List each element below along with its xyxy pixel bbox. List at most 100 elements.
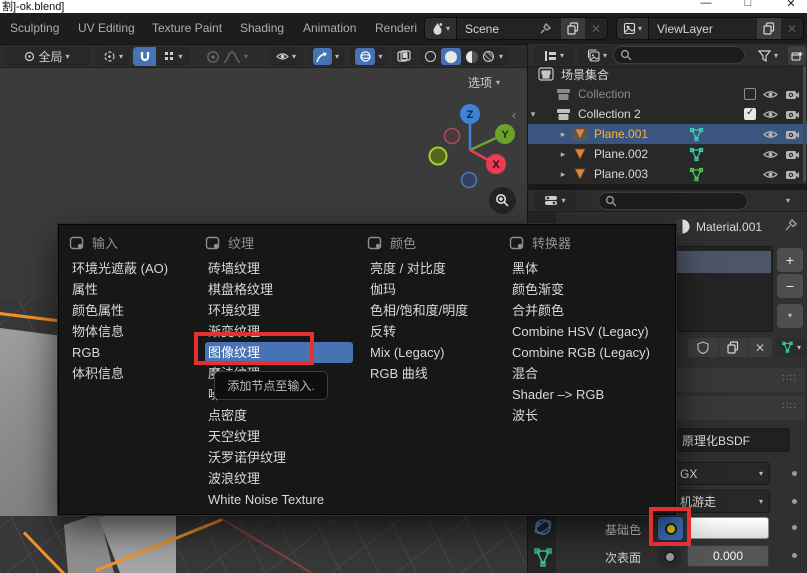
xray-toggle[interactable] xyxy=(392,47,416,66)
menu-item[interactable]: 砖墙纹理 xyxy=(205,258,353,279)
eye-icon[interactable] xyxy=(763,88,778,101)
menu-item[interactable]: Mix (Legacy) xyxy=(367,342,501,363)
menu-item[interactable]: 波浪纹理 xyxy=(205,468,353,489)
tab-renderi[interactable]: Renderi xyxy=(375,21,417,35)
viewlayer-selector[interactable]: ▾ ViewLayer ✕ xyxy=(616,17,804,40)
mesh-plane-left[interactable] xyxy=(0,324,62,516)
duplicate-material-button[interactable] xyxy=(719,338,747,357)
menu-item[interactable]: 合并颜色 xyxy=(509,300,669,321)
proportional-editing-group[interactable]: ▾ xyxy=(198,47,256,66)
new-scene-button[interactable] xyxy=(561,18,585,39)
menu-item[interactable]: 伽玛 xyxy=(367,279,501,300)
row-label[interactable]: Plane.002 xyxy=(594,147,648,161)
camera-icon[interactable] xyxy=(785,128,800,141)
pin-icon[interactable] xyxy=(784,218,798,232)
eye-icon[interactable] xyxy=(763,128,778,141)
menu-item[interactable]: 沃罗诺伊纹理 xyxy=(205,447,353,468)
mesh-data-dropdown[interactable]: ▾ xyxy=(776,338,806,357)
row-label[interactable]: Plane.001 xyxy=(594,127,648,141)
menu-item[interactable]: 颜色渐变 xyxy=(509,279,669,300)
camera-icon[interactable] xyxy=(785,88,800,101)
scene-name[interactable]: Scene xyxy=(457,22,539,36)
material-preview-icon[interactable] xyxy=(466,51,478,63)
remove-slot-button[interactable]: − xyxy=(777,274,803,298)
row-label[interactable]: Collection 2 xyxy=(578,107,641,121)
menu-item[interactable]: 物体信息 xyxy=(69,321,197,342)
animate-decorator[interactable] xyxy=(792,471,797,476)
row-label[interactable]: Collection xyxy=(578,87,631,101)
outliner-row[interactable]: ▾Collection 2 xyxy=(528,104,807,124)
snap-toggle[interactable] xyxy=(133,47,156,66)
subsurface-slider[interactable]: 0.000 xyxy=(687,545,769,567)
navigation-gizmo[interactable]: Z Y X xyxy=(408,96,527,196)
camera-icon[interactable] xyxy=(785,168,800,181)
menu-item[interactable]: 天空纹理 xyxy=(205,426,353,447)
gizmo-neg-z-axis[interactable] xyxy=(462,173,477,188)
scene-browse-button[interactable]: ▾ xyxy=(425,18,457,39)
menu-item[interactable]: 色相/饱和度/明度 xyxy=(367,300,501,321)
scene-selector[interactable]: ▾ Scene ✕ xyxy=(424,17,608,40)
tab-shading[interactable]: Shading xyxy=(240,21,284,35)
editor-type-dropdown[interactable]: ▾ xyxy=(534,191,576,210)
pivot-point-dropdown[interactable]: ▾ xyxy=(96,47,130,66)
menu-item[interactable]: 点密度 xyxy=(205,405,353,426)
gizmos-dropdown[interactable]: ▾ xyxy=(308,47,344,66)
properties-search-input[interactable] xyxy=(598,192,748,210)
tab-sculpting[interactable]: Sculpting xyxy=(10,21,59,35)
outliner-row[interactable]: ▸ Plane.003 xyxy=(528,164,807,184)
snap-target-dropdown[interactable]: ▾ xyxy=(157,47,190,66)
outliner-row[interactable]: Collection xyxy=(528,84,807,104)
maximize-button[interactable]: □ xyxy=(738,0,758,9)
solid-shading-button[interactable] xyxy=(441,48,461,65)
add-slot-button[interactable]: + xyxy=(777,248,803,272)
menu-item[interactable]: 棋盘格纹理 xyxy=(205,279,353,300)
viewlayer-name[interactable]: ViewLayer xyxy=(649,22,757,36)
new-viewlayer-button[interactable] xyxy=(757,18,781,39)
camera-icon[interactable] xyxy=(785,108,800,121)
exclude-checkbox[interactable] xyxy=(744,88,756,100)
base-color-swatch[interactable] xyxy=(687,517,769,539)
menu-item[interactable]: 环境纹理 xyxy=(205,300,353,321)
outliner-row[interactable]: ▸ Plane.001 xyxy=(528,124,807,144)
gizmo-neg-y-axis[interactable] xyxy=(430,148,447,165)
menu-item[interactable]: 属性 xyxy=(69,279,197,300)
menu-item[interactable]: Shader –> RGB xyxy=(509,384,669,405)
expand-arrow[interactable]: ▸ xyxy=(558,129,568,140)
tab-uv-editing[interactable]: UV Editing xyxy=(78,21,135,35)
row-label[interactable]: 场景集合 xyxy=(561,66,609,83)
row-label[interactable]: Plane.003 xyxy=(594,167,648,181)
camera-icon[interactable] xyxy=(785,148,800,161)
expand-arrow[interactable]: ▸ xyxy=(558,149,568,160)
pin-icon[interactable] xyxy=(539,22,561,35)
zoom-tool-button[interactable] xyxy=(489,187,516,214)
menu-item[interactable]: Combine RGB (Legacy) xyxy=(509,342,669,363)
outliner-search-input[interactable] xyxy=(613,46,745,64)
menu-item[interactable]: 体积信息 xyxy=(69,363,197,384)
minimize-button[interactable]: — xyxy=(696,0,716,9)
gizmo-neg-x-axis[interactable] xyxy=(445,129,460,144)
expand-arrow[interactable]: ▸ xyxy=(558,169,568,180)
close-button[interactable]: ✕ xyxy=(781,0,801,10)
outliner-row[interactable]: ▸ Plane.002 xyxy=(528,144,807,164)
outliner-row[interactable]: 场景集合 xyxy=(528,64,807,84)
menu-item[interactable]: 环境光遮蔽 (AO) xyxy=(69,258,197,279)
display-mode-dropdown[interactable]: ▾ xyxy=(534,46,574,65)
menu-item[interactable]: 亮度 / 对比度 xyxy=(367,258,501,279)
subsurface-socket[interactable] xyxy=(657,544,682,569)
overlays-dropdown[interactable]: ▾ xyxy=(350,47,388,66)
properties-options-dropdown[interactable]: ▾ xyxy=(776,191,800,210)
outliner-filter-dropdown[interactable]: ▾ xyxy=(750,46,786,65)
tab-texture-paint[interactable]: Texture Paint xyxy=(152,21,222,35)
eye-icon[interactable] xyxy=(763,108,778,121)
outliner-scrollbar[interactable] xyxy=(803,66,806,182)
menu-item[interactable]: 波长 xyxy=(509,405,669,426)
unlink-material-button[interactable]: ✕ xyxy=(748,338,772,357)
menu-item[interactable]: 混合 xyxy=(509,363,669,384)
menu-item[interactable]: 反转 xyxy=(367,321,501,342)
rendered-shading-icon[interactable] xyxy=(483,51,494,62)
eye-icon[interactable] xyxy=(763,168,778,181)
menu-item[interactable]: White Noise Texture xyxy=(205,489,353,510)
menu-item[interactable]: RGB 曲线 xyxy=(367,363,501,384)
menu-item[interactable]: Combine HSV (Legacy) xyxy=(509,321,669,342)
options-dropdown[interactable]: 选项 ▾ xyxy=(460,73,508,92)
